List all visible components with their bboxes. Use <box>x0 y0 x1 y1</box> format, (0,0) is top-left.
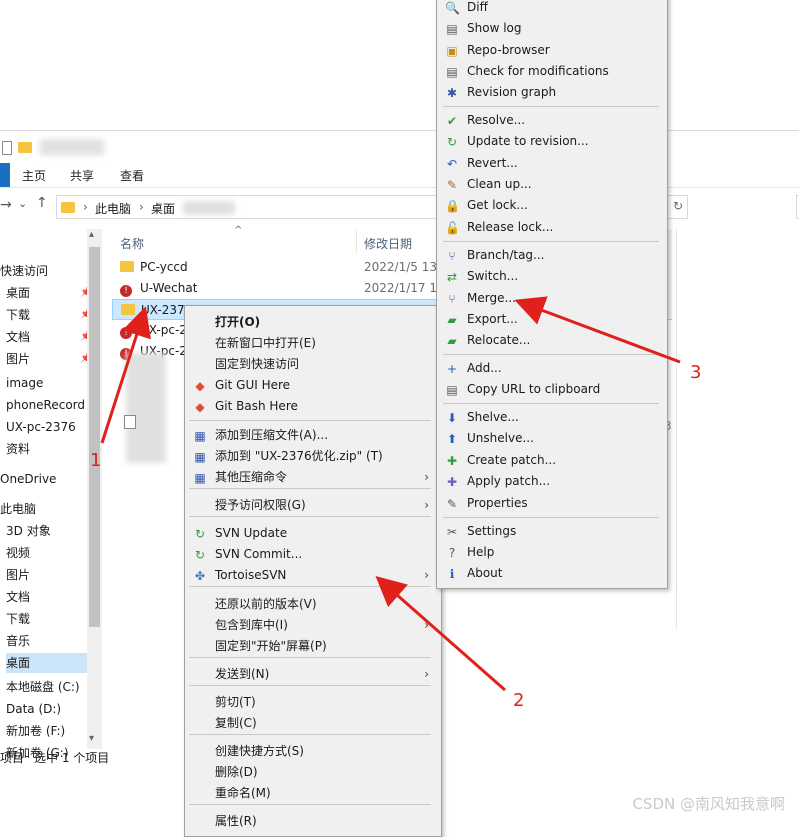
annotation-number-1: 1 <box>90 450 102 471</box>
annotation-number-2: 2 <box>513 690 525 711</box>
annotation-arrows <box>100 296 681 692</box>
annotation-number-3: 3 <box>690 362 702 383</box>
arrow-1 <box>100 306 151 444</box>
arrow-2 <box>375 576 506 692</box>
arrow-3 <box>514 296 681 364</box>
watermark: CSDN @南风知我意啊 <box>632 795 785 813</box>
